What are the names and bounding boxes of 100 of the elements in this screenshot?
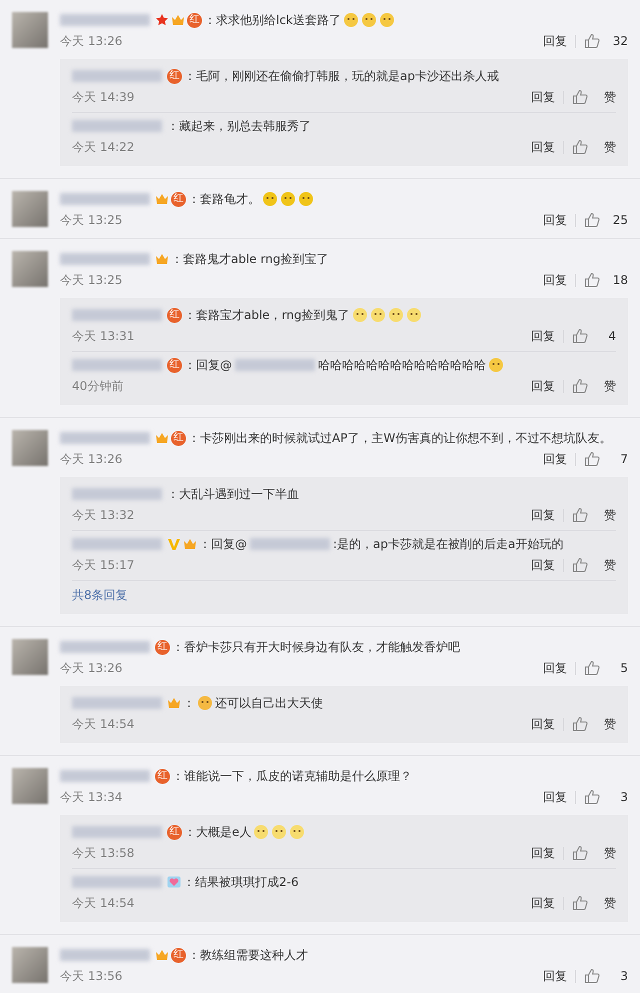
timestamp: 今天 14:54 bbox=[72, 895, 134, 912]
like-count: 赞 bbox=[603, 139, 616, 156]
like-count: 赞 bbox=[603, 895, 616, 912]
star-icon bbox=[155, 13, 169, 27]
like-icon[interactable] bbox=[584, 212, 600, 228]
timestamp: 今天 13:26 bbox=[60, 660, 122, 677]
like-count: 32 bbox=[612, 33, 628, 50]
timestamp: 今天 13:26 bbox=[60, 451, 122, 468]
reply-link[interactable]: 回复 bbox=[543, 449, 567, 469]
like-icon[interactable] bbox=[572, 557, 588, 573]
reply-text: ：大概是e人 bbox=[184, 824, 252, 841]
reply-link[interactable]: 回复 bbox=[531, 326, 555, 346]
like-icon[interactable] bbox=[584, 660, 600, 676]
like-icon[interactable] bbox=[572, 139, 588, 155]
like-icon[interactable] bbox=[584, 451, 600, 467]
comment-text: ：香炉卡莎只有开大时候身边有队友，才能触发香炉吧 bbox=[172, 639, 460, 656]
timestamp: 今天 13:32 bbox=[72, 507, 134, 524]
timestamp: 今天 13:56 bbox=[60, 968, 122, 985]
reply-text: 哈哈哈哈哈哈哈哈哈哈哈哈哈哈 bbox=[318, 357, 486, 374]
like-count: 赞 bbox=[603, 557, 616, 574]
like-icon[interactable] bbox=[584, 968, 600, 984]
level-badge: 红 bbox=[167, 824, 182, 840]
reply-link[interactable]: 回复 bbox=[531, 893, 555, 913]
reply-link[interactable]: 回复 bbox=[543, 966, 567, 986]
reply-text: 还可以自己出大天使 bbox=[215, 695, 323, 712]
timestamp: 今天 14:54 bbox=[72, 716, 134, 733]
level-badge: 红 bbox=[187, 12, 202, 28]
timestamp: 今天 15:17 bbox=[72, 557, 134, 574]
crown-icon bbox=[155, 948, 169, 962]
level-badge: 红 bbox=[167, 358, 182, 372]
like-count: 18 bbox=[612, 272, 628, 289]
comment-text: ：谁能说一下，瓜皮的诺克辅助是什么原理？ bbox=[172, 768, 412, 785]
reply-link[interactable]: 回复 bbox=[543, 31, 567, 51]
like-count: 赞 bbox=[603, 845, 616, 862]
crown-icon bbox=[183, 537, 197, 551]
reply-text: ：套路宝才able，rng捡到鬼了 bbox=[184, 307, 350, 324]
reply-link[interactable]: 回复 bbox=[531, 555, 555, 575]
timestamp: 今天 13:25 bbox=[60, 212, 122, 229]
like-count: 4 bbox=[607, 328, 616, 345]
comment-text: ：套路鬼才able rng捡到宝了 bbox=[171, 251, 328, 268]
reply-text: ：大乱斗遇到过一下半血 bbox=[167, 486, 299, 503]
comment-text: ：套路龟才。 bbox=[188, 191, 260, 208]
level-badge: 红 bbox=[171, 948, 186, 962]
reply-link[interactable]: 回复 bbox=[531, 505, 555, 525]
timestamp: 今天 14:22 bbox=[72, 139, 134, 156]
reply-link[interactable]: 回复 bbox=[543, 787, 567, 807]
like-count: 5 bbox=[619, 660, 628, 677]
timestamp: 今天 13:31 bbox=[72, 328, 134, 345]
reply-link[interactable]: 回复 bbox=[543, 270, 567, 290]
avatar-placeholder bbox=[12, 430, 48, 466]
like-icon[interactable] bbox=[584, 789, 600, 805]
reply-prefix: ： bbox=[183, 695, 195, 712]
reply-link[interactable]: 回复 bbox=[531, 87, 555, 107]
avatar-placeholder bbox=[12, 12, 48, 48]
like-icon[interactable] bbox=[572, 845, 588, 861]
like-count: 25 bbox=[612, 212, 628, 229]
heart-icon bbox=[167, 875, 181, 889]
crown-icon bbox=[155, 192, 169, 206]
reply-prefix: ：回复@ bbox=[199, 536, 247, 553]
reply-text: ：毛阿，刚刚还在偷偷打韩服，玩的就是ap卡沙还出杀人戒 bbox=[184, 68, 499, 85]
reply-link[interactable]: 回复 bbox=[543, 210, 567, 230]
timestamp: 今天 13:34 bbox=[60, 789, 122, 806]
avatar-placeholder bbox=[12, 191, 48, 227]
level-badge: 红 bbox=[167, 68, 182, 84]
reply-link[interactable]: 回复 bbox=[531, 714, 555, 734]
comment-text: ：卡莎刚出来的时候就试过AP了，主W伤害真的让你想不到，不过不想坑队友。 bbox=[188, 430, 612, 447]
more-replies-link[interactable]: 共8条回复 bbox=[72, 588, 128, 602]
avatar-placeholder bbox=[12, 251, 48, 287]
crown-icon bbox=[155, 431, 169, 445]
comment-text: ：求求他别给lck送套路了 bbox=[204, 12, 341, 29]
timestamp: 今天 13:26 bbox=[60, 33, 122, 50]
like-count: 赞 bbox=[603, 89, 616, 106]
like-icon[interactable] bbox=[572, 89, 588, 105]
like-icon[interactable] bbox=[584, 33, 600, 49]
reply-link[interactable]: 回复 bbox=[531, 843, 555, 863]
level-badge: 红 bbox=[171, 192, 186, 206]
reply-link[interactable]: 回复 bbox=[531, 376, 555, 396]
reply-text: ：结果被琪琪打成2-6 bbox=[183, 874, 299, 891]
level-badge: 红 bbox=[171, 430, 186, 446]
like-icon[interactable] bbox=[572, 716, 588, 732]
reply-link[interactable]: 回复 bbox=[543, 658, 567, 678]
like-icon[interactable] bbox=[572, 378, 588, 394]
reply-link[interactable]: 回复 bbox=[531, 137, 555, 157]
timestamp: 今天 13:58 bbox=[72, 845, 134, 862]
reply-prefix: ：回复@ bbox=[184, 357, 232, 374]
crown-icon bbox=[171, 13, 185, 27]
avatar-placeholder bbox=[12, 639, 48, 675]
like-count: 7 bbox=[619, 451, 628, 468]
verified-icon bbox=[167, 537, 181, 551]
crown-icon bbox=[155, 252, 169, 266]
like-count: 赞 bbox=[603, 716, 616, 733]
level-badge: 红 bbox=[155, 640, 170, 654]
like-icon[interactable] bbox=[572, 507, 588, 523]
like-icon[interactable] bbox=[572, 895, 588, 911]
like-count: 3 bbox=[619, 789, 628, 806]
timestamp: 今天 14:39 bbox=[72, 89, 134, 106]
reply-text: ：藏起来，别总去韩服秀了 bbox=[167, 118, 311, 135]
like-icon[interactable] bbox=[584, 272, 600, 288]
timestamp: 40分钟前 bbox=[72, 378, 124, 395]
like-icon[interactable] bbox=[572, 328, 588, 344]
